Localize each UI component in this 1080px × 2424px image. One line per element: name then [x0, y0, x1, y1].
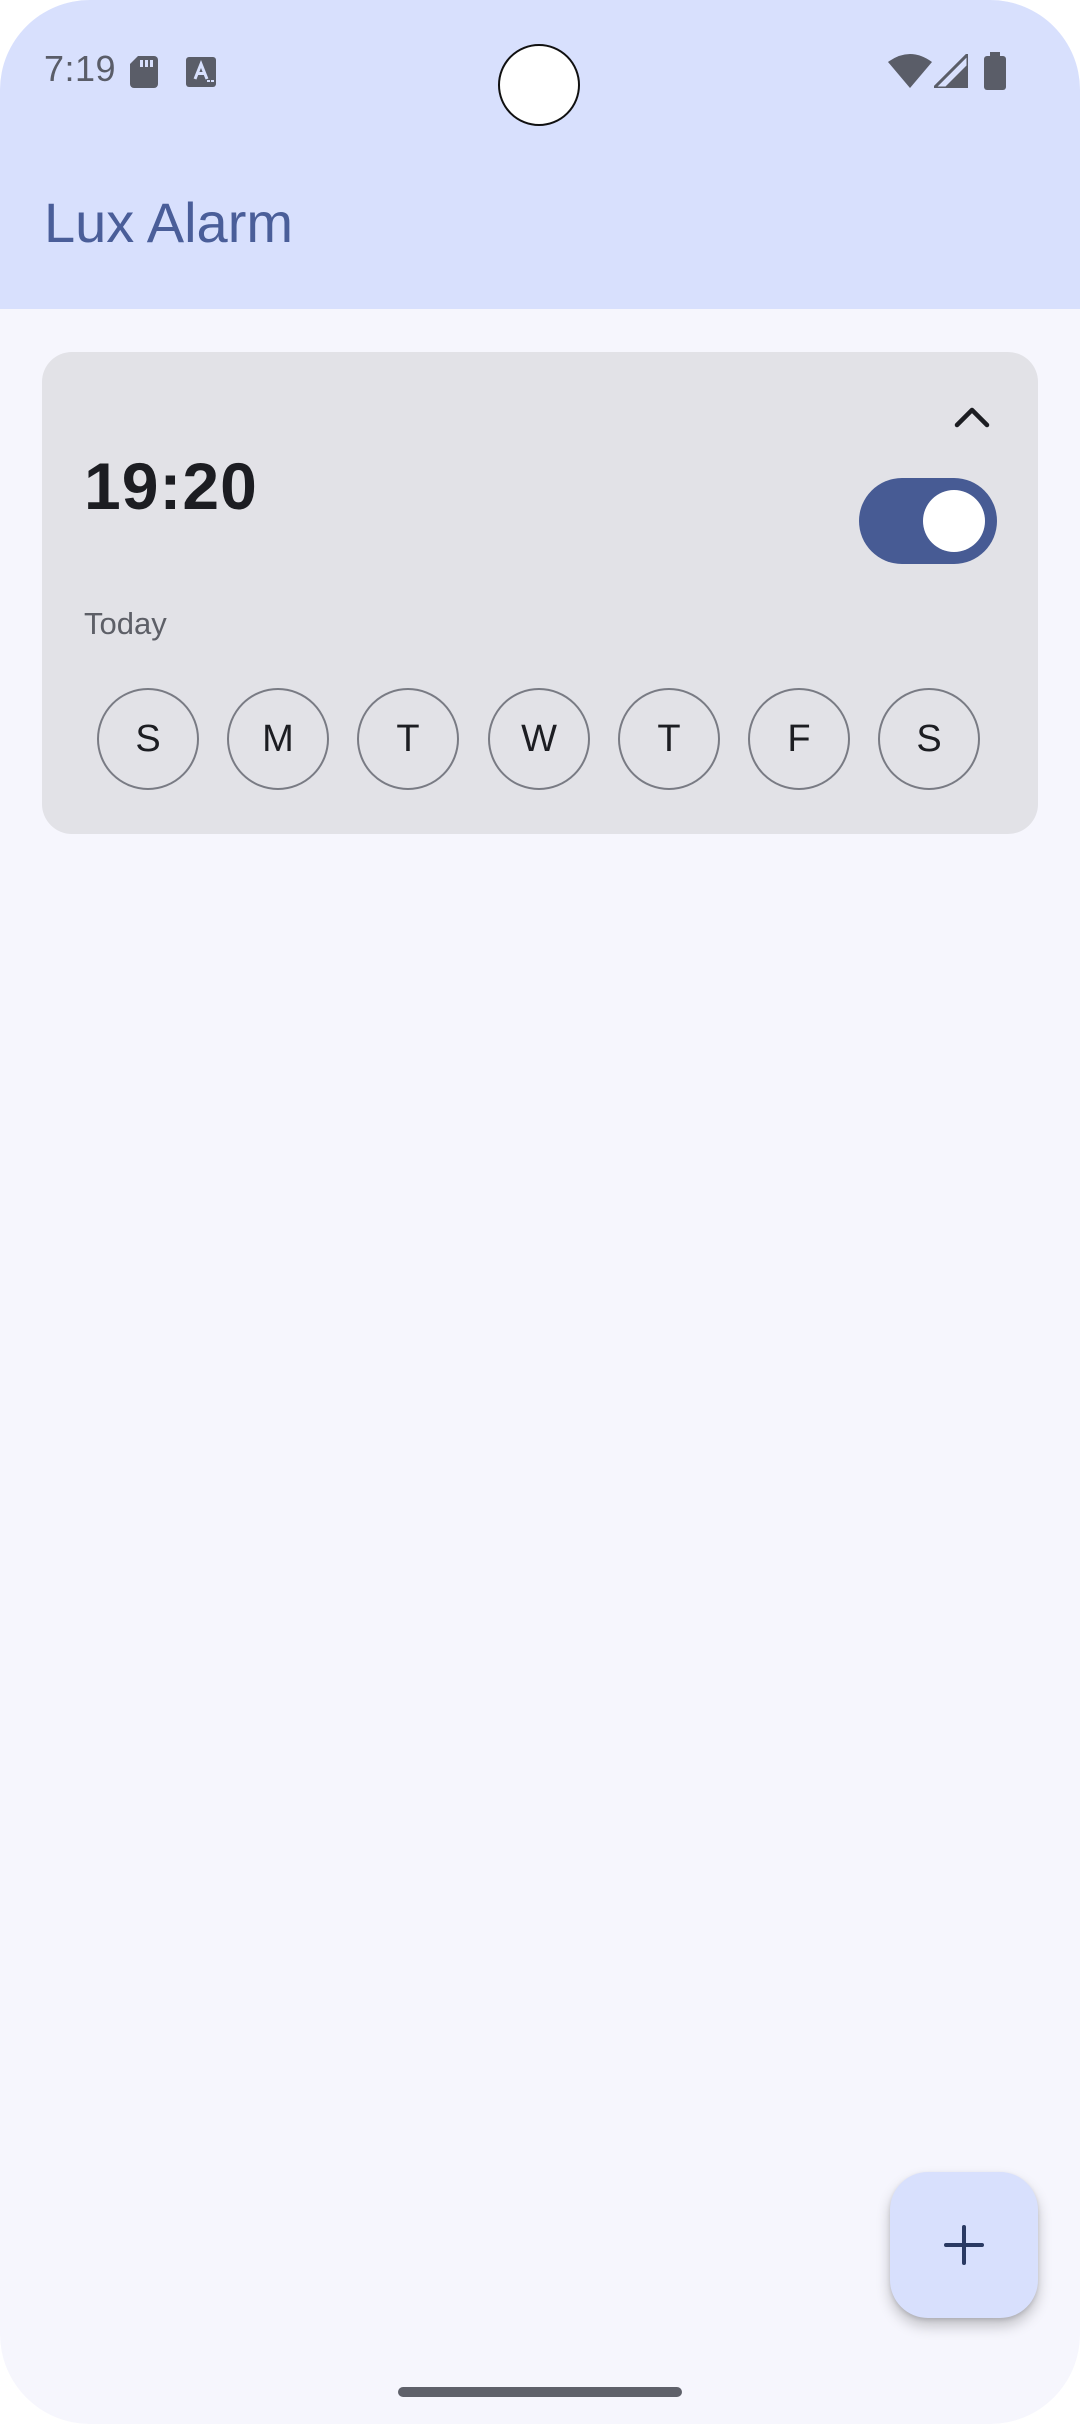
- collapse-button[interactable]: [942, 387, 1002, 447]
- wifi-icon: [888, 54, 932, 88]
- battery-icon: [984, 52, 1006, 90]
- day-wednesday[interactable]: W: [488, 688, 590, 790]
- day-monday[interactable]: M: [227, 688, 329, 790]
- cell-signal-icon: [934, 54, 968, 88]
- home-indicator[interactable]: [398, 2387, 682, 2397]
- day-thursday[interactable]: T: [618, 688, 720, 790]
- alarm-enabled-toggle[interactable]: [859, 478, 997, 564]
- day-sunday[interactable]: S: [97, 688, 199, 790]
- plus-icon: [944, 2225, 984, 2265]
- day-tuesday[interactable]: T: [357, 688, 459, 790]
- weekday-selector: S M T W T F S: [97, 688, 997, 794]
- app-title: Lux Alarm: [44, 191, 293, 254]
- camera-cutout: [498, 44, 580, 126]
- day-friday[interactable]: F: [748, 688, 850, 790]
- chevron-up-icon: [954, 407, 990, 428]
- alarm-time[interactable]: 19:20: [84, 448, 258, 524]
- alarm-schedule-label: Today: [84, 606, 167, 641]
- alarm-card[interactable]: 19:20 Today S M T W T F S: [42, 352, 1038, 834]
- add-alarm-button[interactable]: [890, 2172, 1038, 2318]
- status-bar: 7:19: [0, 0, 1080, 140]
- day-saturday[interactable]: S: [878, 688, 980, 790]
- status-time: 7:19: [44, 48, 117, 89]
- top-app-region: 7:19 Lux Alarm: [0, 0, 1080, 309]
- keyboard-a-icon: [186, 57, 216, 87]
- toggle-knob: [923, 490, 985, 552]
- screen: 7:19 Lux Alarm 19:20 Today S M T W T F S: [0, 0, 1080, 2424]
- sd-card-icon: [130, 56, 158, 88]
